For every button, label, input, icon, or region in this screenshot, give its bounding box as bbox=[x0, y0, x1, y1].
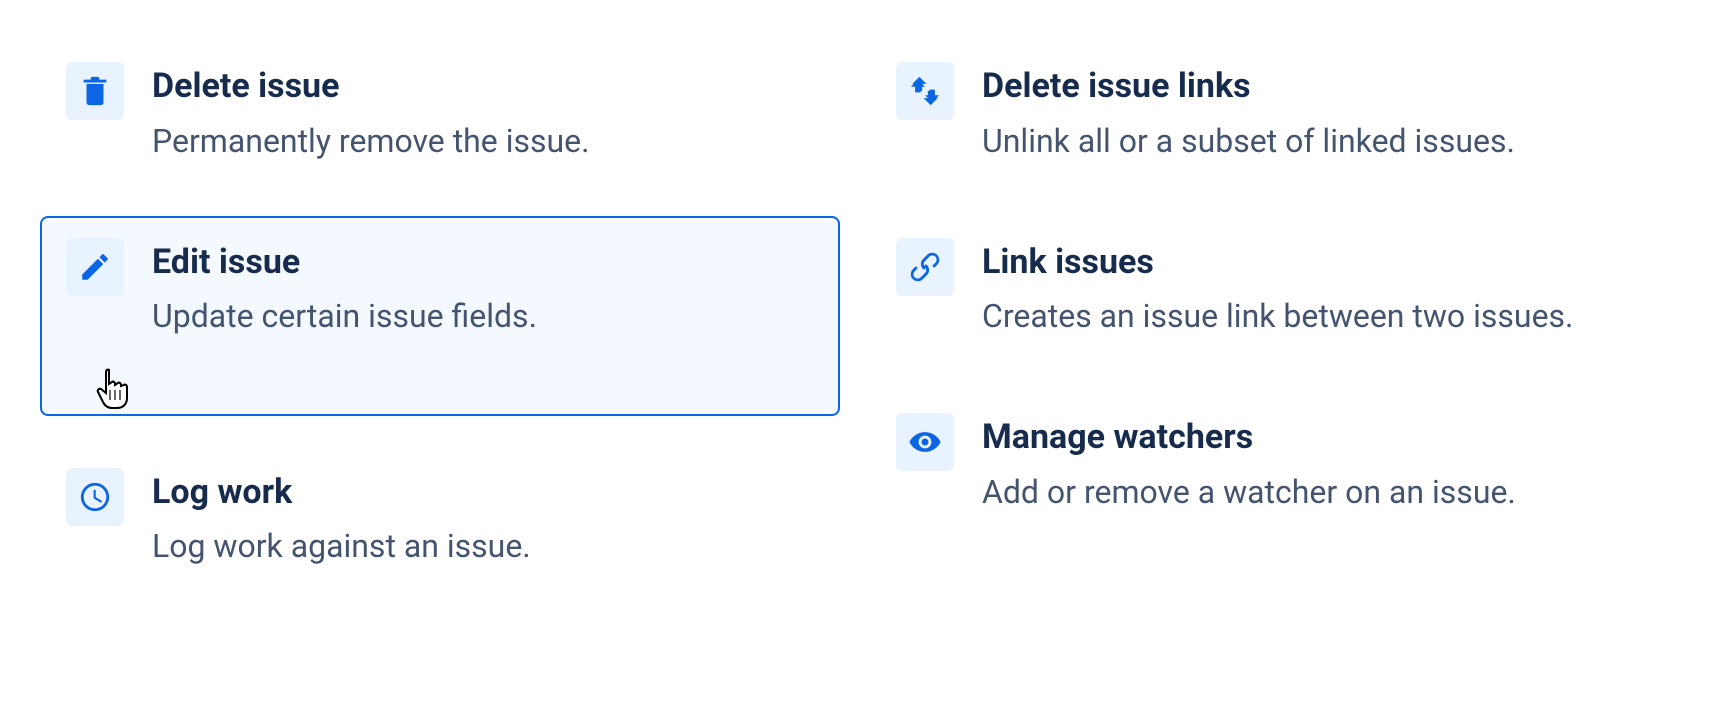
swap-arrows-icon bbox=[896, 62, 954, 120]
edit-issue-title: Edit issue bbox=[152, 242, 814, 283]
delete-issue-action[interactable]: Delete issue Permanently remove the issu… bbox=[40, 40, 840, 186]
delete-issue-links-action[interactable]: Delete issue links Unlink all or a subse… bbox=[870, 40, 1670, 186]
link-issues-description: Creates an issue link between two issues… bbox=[982, 294, 1644, 339]
log-work-description: Log work against an issue. bbox=[152, 524, 814, 569]
delete-issue-links-description: Unlink all or a subset of linked issues. bbox=[982, 119, 1644, 164]
manage-watchers-title: Manage watchers bbox=[982, 417, 1644, 458]
manage-watchers-text: Manage watchers Add or remove a watcher … bbox=[982, 413, 1644, 515]
link-issues-text: Link issues Creates an issue link betwee… bbox=[982, 238, 1644, 340]
delete-issue-links-text: Delete issue links Unlink all or a subse… bbox=[982, 62, 1644, 164]
trash-icon bbox=[66, 62, 124, 120]
delete-issue-description: Permanently remove the issue. bbox=[152, 119, 814, 164]
log-work-title: Log work bbox=[152, 472, 814, 513]
delete-issue-links-title: Delete issue links bbox=[982, 66, 1644, 107]
pencil-icon bbox=[66, 238, 124, 296]
clock-icon bbox=[66, 468, 124, 526]
delete-issue-title: Delete issue bbox=[152, 66, 814, 107]
link-issues-action[interactable]: Link issues Creates an issue link betwee… bbox=[870, 216, 1670, 362]
link-icon bbox=[896, 238, 954, 296]
edit-issue-text: Edit issue Update certain issue fields. bbox=[152, 238, 814, 340]
log-work-action[interactable]: Log work Log work against an issue. bbox=[40, 446, 840, 592]
manage-watchers-description: Add or remove a watcher on an issue. bbox=[982, 470, 1644, 515]
edit-issue-action[interactable]: Edit issue Update certain issue fields. bbox=[40, 216, 840, 416]
manage-watchers-action[interactable]: Manage watchers Add or remove a watcher … bbox=[870, 391, 1670, 537]
link-issues-title: Link issues bbox=[982, 242, 1644, 283]
log-work-text: Log work Log work against an issue. bbox=[152, 468, 814, 570]
delete-issue-text: Delete issue Permanently remove the issu… bbox=[152, 62, 814, 164]
edit-issue-description: Update certain issue fields. bbox=[152, 294, 814, 339]
eye-icon bbox=[896, 413, 954, 471]
